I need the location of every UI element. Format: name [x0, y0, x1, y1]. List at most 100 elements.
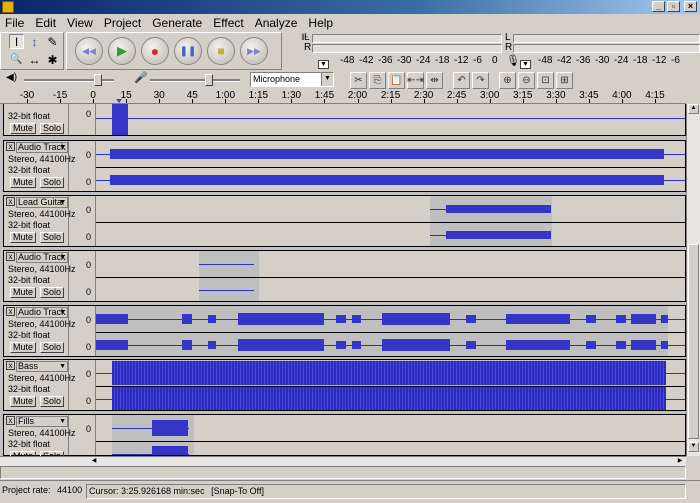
track-control-panel[interactable]: x Audio Track ▼ Stereo, 44100Hz 32-bit float… — [4, 306, 76, 356]
menu-edit[interactable]: Edit — [30, 16, 62, 30]
track-name-menu[interactable]: Bass ▼ — [16, 361, 68, 372]
selection-tool-icon[interactable]: I — [9, 34, 24, 49]
chevron-down-icon[interactable]: ▼ — [59, 198, 66, 207]
multi-tool-icon[interactable]: ✱ — [45, 52, 60, 67]
close-track-icon[interactable]: x — [6, 361, 15, 370]
horizontal-scrollbar[interactable]: ◀ ▶ — [0, 456, 686, 466]
zoom-out-icon[interactable]: ⊖ — [518, 71, 535, 89]
mute-button[interactable]: Mute — [10, 396, 36, 407]
scroll-left-arrow-icon[interactable]: ◀ — [90, 457, 98, 466]
skip-to-end-button[interactable]: ▶▶ — [240, 37, 268, 65]
solo-button[interactable]: Solo — [40, 396, 64, 407]
trim-outside-icon[interactable]: ⇤⇥ — [407, 71, 424, 89]
scroll-down-arrow-icon[interactable]: ▼ — [688, 442, 699, 452]
mute-button[interactable]: Mute — [10, 123, 36, 134]
draw-tool-icon[interactable]: ✎ — [45, 34, 60, 49]
vertical-scroll-thumb[interactable] — [688, 244, 699, 439]
track-control-panel[interactable]: x Audio Track ▼ Stereo, 44100Hz 32-bit float… — [4, 141, 76, 191]
audio-track[interactable]: x Audio Track ▼ Stereo, 44100Hz 32-bit float… — [3, 140, 686, 192]
menu-project[interactable]: Project — [99, 16, 147, 30]
zoom-in-icon[interactable]: ⊕ — [499, 71, 516, 89]
silence-icon[interactable]: ⎘ — [369, 71, 386, 89]
track-name-menu[interactable]: Fills ▼ — [16, 416, 68, 427]
close-track-icon[interactable]: x — [6, 197, 15, 206]
pause-button[interactable]: ❚❚ — [174, 37, 202, 65]
track-control-panel[interactable]: x Bass ▼ Stereo, 44100Hz 32-bit float Mute Sol… — [4, 360, 76, 410]
audio-track[interactable]: x Audio Track ▼ Stereo, 44100Hz 32-bit float… — [3, 250, 686, 302]
close-track-icon[interactable]: x — [6, 252, 15, 261]
solo-button[interactable]: Solo — [40, 342, 64, 353]
scroll-up-arrow-icon[interactable]: ▲ — [688, 104, 699, 114]
mute-button[interactable]: Mute — [10, 177, 36, 188]
record-button[interactable]: ● — [141, 37, 169, 65]
tracks-area[interactable]: 32-bit float Mute Solo 0 x Audio Track ▼ Stereo… — [0, 104, 686, 456]
mute-button[interactable]: Mute — [10, 287, 36, 298]
waveform-area[interactable] — [96, 141, 685, 191]
close-track-icon[interactable]: x — [6, 416, 15, 425]
chevron-down-icon[interactable]: ▼ — [59, 417, 66, 426]
chevron-down-icon[interactable]: ▼ — [59, 362, 66, 371]
audio-track[interactable]: 32-bit float Mute Solo 0 — [3, 104, 686, 136]
track-name-menu[interactable]: Lead Guitar ▼ — [16, 197, 68, 208]
solo-button[interactable]: Solo — [40, 232, 64, 243]
mute-button[interactable]: Mute — [10, 342, 36, 353]
close-window-button[interactable]: × — [684, 1, 697, 12]
waveform-area[interactable] — [96, 306, 685, 356]
audacity-app-icon[interactable] — [2, 1, 14, 13]
input-source-select[interactable]: Microphone ▼ — [250, 72, 334, 87]
mute-button[interactable]: Mute — [10, 232, 36, 243]
menu-file[interactable]: File — [0, 16, 30, 30]
play-button[interactable]: ▶ — [108, 37, 136, 65]
undo-icon[interactable]: ↶ — [453, 71, 470, 89]
waveform-area[interactable] — [96, 415, 685, 455]
playback-meter-dropdown[interactable]: ▼ — [318, 60, 329, 69]
menu-view[interactable]: View — [62, 16, 99, 30]
scroll-right-arrow-icon[interactable]: ▶ — [676, 457, 684, 466]
waveform-area[interactable] — [96, 196, 685, 246]
redo-icon[interactable]: ↷ — [472, 71, 489, 89]
track-control-panel[interactable]: 32-bit float Mute Solo — [4, 104, 69, 135]
chevron-down-icon[interactable]: ▼ — [59, 308, 66, 317]
time-shift-tool-icon[interactable]: ↔ — [27, 52, 42, 67]
timeline-ruler[interactable]: -30 -15 0 15 30 45 1:00 1:15 1:30 1:45 2:00 2:15 2:3… — [0, 89, 686, 104]
audio-track[interactable]: x Fills ▼ Stereo, 44100Hz 32-bit float Mute So… — [3, 414, 686, 456]
waveform-area[interactable] — [96, 360, 685, 410]
audio-track[interactable]: x Audio Track ▼ Stereo, 44100Hz 32-bit float… — [3, 305, 686, 357]
fit-project-icon[interactable]: ⊞ — [556, 71, 573, 89]
chevron-down-icon[interactable]: ▼ — [59, 143, 66, 152]
solo-button[interactable]: Solo — [40, 177, 64, 188]
solo-button[interactable]: Solo — [40, 123, 64, 134]
track-name-menu[interactable]: Audio Track ▼ — [16, 307, 68, 318]
track-control-panel[interactable]: x Lead Guitar ▼ Stereo, 44100Hz 32-bit float… — [4, 196, 76, 246]
vertical-scrollbar[interactable]: ▲ ▼ — [686, 104, 700, 456]
close-track-icon[interactable]: x — [6, 142, 15, 151]
chevron-down-icon[interactable]: ▼ — [321, 73, 333, 86]
project-rate-field[interactable]: Project rate: 44100 — [0, 484, 84, 499]
audio-track[interactable]: x Bass ▼ Stereo, 44100Hz 32-bit float Mute Sol… — [3, 359, 686, 411]
silence-audio-icon[interactable]: ⇹ — [426, 71, 443, 89]
chevron-down-icon[interactable]: ▼ — [59, 253, 66, 262]
restore-button[interactable]: ▫ — [667, 1, 680, 12]
input-volume-thumb[interactable] — [205, 74, 213, 86]
menu-help[interactable]: Help — [303, 16, 339, 30]
track-name-menu[interactable]: Audio Track ▼ — [16, 252, 68, 263]
minimize-button[interactable]: _ — [652, 1, 665, 12]
fit-selection-icon[interactable]: ⊡ — [537, 71, 554, 89]
track-name-menu[interactable]: Audio Track ▼ — [16, 142, 68, 153]
waveform-area[interactable] — [96, 251, 685, 301]
stop-button[interactable]: ■ — [207, 37, 235, 65]
skip-to-start-button[interactable]: ◀◀ — [75, 37, 103, 65]
trim-icon[interactable]: ✂ — [350, 71, 367, 89]
paste-icon[interactable]: 📋 — [388, 71, 405, 89]
menu-effect[interactable]: Effect — [208, 16, 249, 30]
track-control-panel[interactable]: x Audio Track ▼ Stereo, 44100Hz 32-bit float… — [4, 251, 76, 301]
zoom-tool-icon[interactable]: 🔍 — [9, 52, 24, 67]
menu-analyze[interactable]: Analyze — [250, 16, 304, 30]
audio-track[interactable]: x Lead Guitar ▼ Stereo, 44100Hz 32-bit float… — [3, 195, 686, 247]
track-control-panel[interactable]: x Fills ▼ Stereo, 44100Hz 32-bit float Mute So… — [4, 415, 76, 456]
menu-generate[interactable]: Generate — [147, 16, 208, 30]
output-volume-thumb[interactable] — [94, 74, 102, 86]
input-volume-slider[interactable] — [150, 79, 240, 82]
solo-button[interactable]: Solo — [40, 287, 64, 298]
record-meter-dropdown[interactable]: ▼ — [520, 60, 531, 69]
